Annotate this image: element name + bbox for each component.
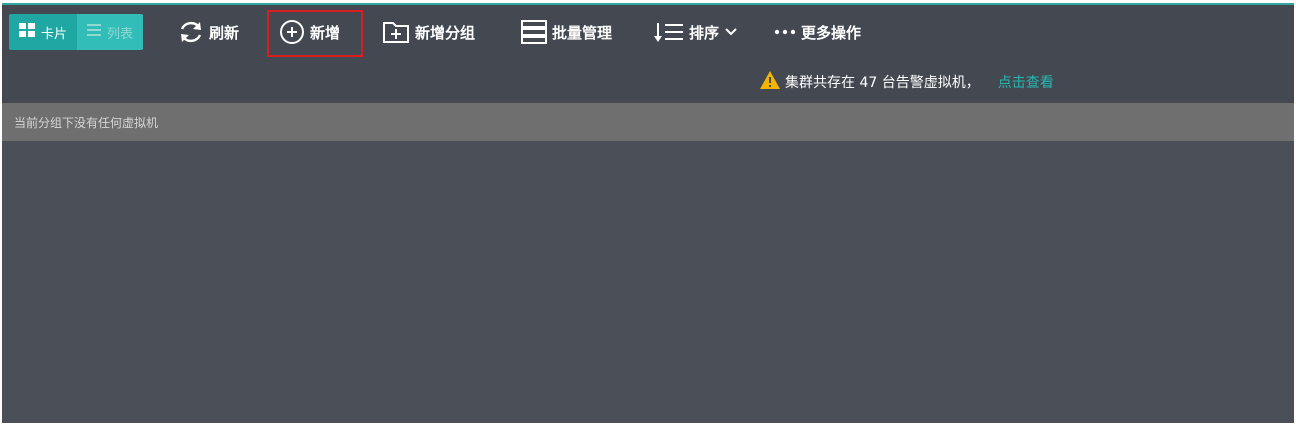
view-toggle: 卡片 列表 <box>9 14 144 50</box>
batch-manage-label: 批量管理 <box>552 23 613 42</box>
more-actions-label: 更多操作 <box>801 23 862 42</box>
vm-panel: 卡片 列表 刷新 新增 新增分组 批量管理 排序 更多操作 集群共存在 47 台… <box>2 3 1294 423</box>
more-actions-button[interactable]: 更多操作 <box>774 15 861 49</box>
plus-circle-icon <box>279 19 305 45</box>
list-view-label: 列表 <box>107 26 134 42</box>
sort-button[interactable]: 排序 <box>654 15 738 49</box>
card-view-label: 卡片 <box>41 26 68 42</box>
card-view-button[interactable]: 卡片 <box>9 14 77 50</box>
chevron-down-icon <box>724 27 738 37</box>
ellipsis-icon <box>774 29 796 35</box>
list-icon <box>87 24 102 40</box>
empty-message-text: 当前分组下没有任何虚拟机 <box>14 115 159 130</box>
refresh-icon <box>178 19 204 45</box>
add-group-button[interactable]: 新增分组 <box>382 15 475 49</box>
list-view-button[interactable]: 列表 <box>77 14 144 50</box>
sort-icon <box>654 21 684 43</box>
sort-label: 排序 <box>689 23 720 42</box>
alert-row: 集群共存在 47 台告警虚拟机， 点击查看 <box>2 61 1294 103</box>
refresh-label: 刷新 <box>209 23 240 42</box>
add-label: 新增 <box>310 23 341 42</box>
view-alerts-link[interactable]: 点击查看 <box>998 72 1054 92</box>
warning-icon <box>759 70 781 94</box>
refresh-button[interactable]: 刷新 <box>178 15 239 49</box>
batch-manage-button[interactable]: 批量管理 <box>521 15 612 49</box>
cluster-alert: 集群共存在 47 台告警虚拟机， 点击查看 <box>759 70 1054 94</box>
alert-text: 集群共存在 47 台告警虚拟机， <box>785 75 980 91</box>
stack-icon <box>521 20 547 44</box>
toolbar: 卡片 列表 刷新 新增 新增分组 批量管理 排序 更多操作 <box>2 5 1294 61</box>
add-group-label: 新增分组 <box>415 23 476 42</box>
grid-icon <box>19 23 35 41</box>
add-button[interactable]: 新增 <box>279 15 340 49</box>
vm-list-area <box>2 141 1294 423</box>
folder-plus-icon <box>382 20 410 44</box>
empty-group-message: 当前分组下没有任何虚拟机 <box>2 103 1294 141</box>
